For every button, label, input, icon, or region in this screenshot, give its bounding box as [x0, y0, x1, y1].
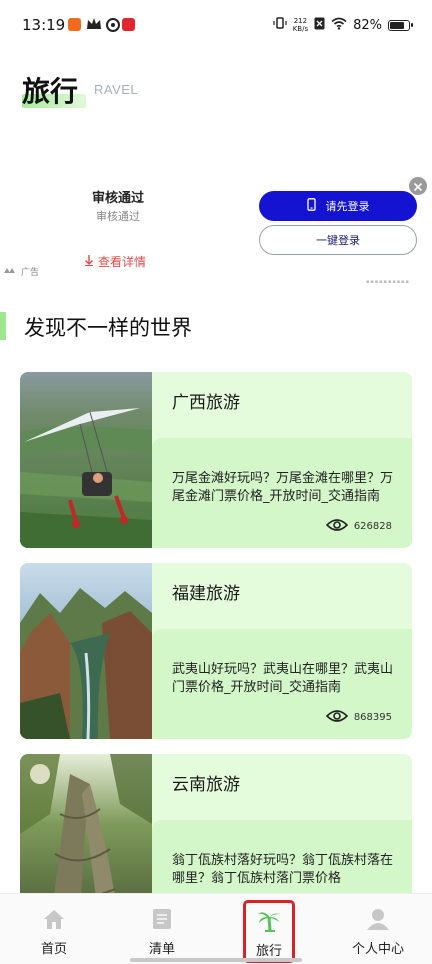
ad-logo-icon [4, 267, 18, 277]
card-description: 翁丁佤族村落好玩吗？翁丁佤族村落在哪里？翁丁佤族村落门票价格 [172, 853, 394, 886]
swirl-app-icon [106, 17, 120, 36]
page-title: 旅行 [22, 75, 79, 108]
ad-banner[interactable]: 审核通过 审核通过 查看详情 广告 请先登录 一键登录 ▪▪▪▪▪▪▪▪▪▪ [0, 176, 432, 285]
page-header: 旅行 RAVEL [22, 70, 138, 110]
active-tab-highlight [243, 900, 295, 963]
login-button[interactable]: 请先登录 [259, 191, 417, 221]
destination-card[interactable]: 广西旅游 万尾金滩好玩吗？万尾金滩在哪里？万尾金滩门票价格_开放时间_交通指南 … [20, 372, 412, 548]
nav-item-home[interactable]: 首页 [14, 908, 94, 958]
nav-item-list[interactable]: 清单 [122, 908, 202, 958]
card-title: 广西旅游 [172, 393, 240, 413]
view-count: 626828 [353, 521, 392, 532]
network-speed: 212 KB/s [293, 17, 308, 33]
phone-icon [306, 198, 316, 214]
ad-title: 审核通过 [92, 191, 145, 206]
status-bar: 13:19 212 KB/s 82% [0, 0, 432, 50]
nav-item-profile[interactable]: 个人中心 [338, 908, 418, 958]
crown-icon [86, 16, 102, 35]
wifi-icon [331, 17, 347, 34]
battery-percent: 82% [353, 17, 382, 33]
destination-list: 广西旅游 万尾金滩好玩吗？万尾金滩在哪里？万尾金滩门票价格_开放时间_交通指南 … [0, 0, 432, 964]
ad-tag: 广告 [4, 265, 39, 278]
network-speed-value: 212 [293, 17, 308, 25]
bottom-navigation: 首页 清单 旅行 个人中心 [0, 893, 432, 964]
app-notification-icon [68, 18, 81, 31]
one-key-login-label: 一键登录 [316, 235, 360, 247]
eye-icon [325, 709, 348, 726]
view-count: 868395 [353, 712, 392, 723]
travel-page: 13:19 212 KB/s 82% 旅行 RAVEL 审核通过 审核通过 查看… [0, 0, 432, 964]
ad-subtitle: 审核通过 [96, 210, 140, 223]
ad-label: 广告 [21, 268, 40, 278]
close-icon [413, 177, 423, 196]
one-key-login-button[interactable]: 一键登录 [259, 225, 417, 255]
title-wrap: 旅行 [22, 70, 86, 110]
nav-label-home: 首页 [40, 942, 67, 957]
battery-level-fill [390, 21, 404, 29]
card-views: 868395 [325, 709, 392, 726]
hang-glider-photo [20, 372, 152, 548]
card-views: 626828 [325, 518, 392, 535]
nav-label-profile: 个人中心 [351, 942, 404, 957]
card-body: 万尾金滩好玩吗？万尾金滩在哪里？万尾金滩门票价格_开放时间_交通指南 62682… [152, 438, 412, 548]
app-notification-icon [122, 18, 135, 31]
card-title: 云南旅游 [172, 775, 240, 795]
list-icon [151, 908, 173, 934]
mountain-photo [20, 563, 152, 739]
status-time: 13:19 [22, 16, 66, 34]
person-icon [366, 908, 390, 934]
vibrate-icon [273, 16, 287, 34]
ad-detail-link[interactable]: 查看详情 [84, 253, 146, 270]
destination-card[interactable]: 福建旅游 武夷山好玩吗？武夷山在哪里？武夷山门票价格_开放时间_交通指南 868… [20, 563, 412, 739]
eye-icon [325, 518, 348, 535]
card-title: 福建旅游 [172, 584, 240, 604]
ad-close-button[interactable] [409, 177, 427, 195]
ad-detail-label: 查看详情 [98, 255, 147, 269]
home-icon [42, 908, 66, 934]
status-indicators: 212 KB/s 82% [273, 15, 413, 35]
section-accent-bar [0, 312, 6, 340]
section-title: 发现不一样的世界 [24, 316, 192, 340]
battery-icon [388, 19, 413, 31]
ad-decoration: ▪▪▪▪▪▪▪▪▪▪ [366, 279, 410, 285]
card-description: 武夷山好玩吗？武夷山在哪里？武夷山门票价格_开放时间_交通指南 [172, 662, 394, 695]
network-speed-unit: KB/s [292, 25, 309, 33]
section-heading: 发现不一样的世界 [0, 310, 432, 344]
nav-label-list: 清单 [148, 942, 175, 957]
login-button-label: 请先登录 [325, 201, 370, 213]
home-indicator[interactable] [130, 958, 302, 962]
sim-icon [314, 17, 325, 34]
card-body: 武夷山好玩吗？武夷山在哪里？武夷山门票价格_开放时间_交通指南 868395 [152, 629, 412, 739]
card-description: 万尾金滩好玩吗？万尾金滩在哪里？万尾金滩门票价格_开放时间_交通指南 [172, 471, 394, 504]
page-subtitle: RAVEL [94, 82, 139, 97]
arrow-down-icon [84, 254, 94, 269]
